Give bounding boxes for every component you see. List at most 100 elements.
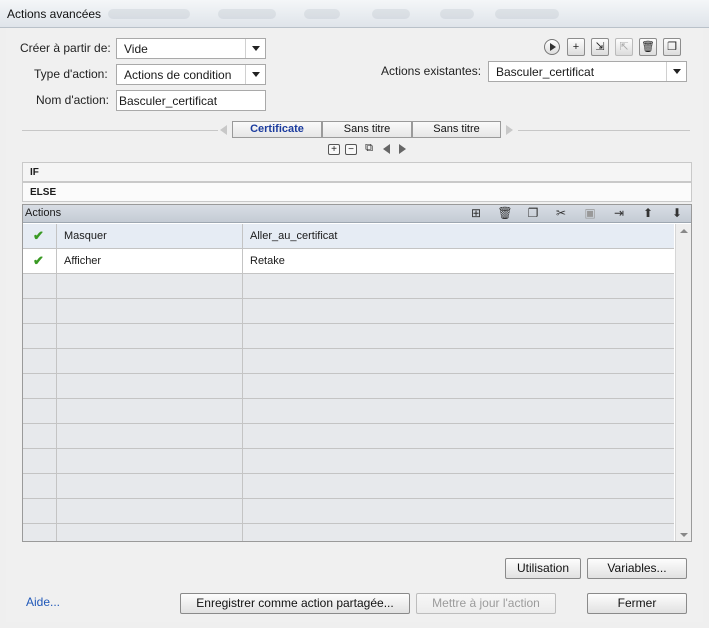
empty-table-row[interactable] xyxy=(23,374,674,399)
scroll-left-icon[interactable] xyxy=(220,125,227,135)
empty-table-row[interactable] xyxy=(23,274,674,299)
close-button[interactable]: Fermer xyxy=(587,593,687,614)
scroll-right-icon[interactable] xyxy=(506,125,513,135)
empty-cell[interactable] xyxy=(243,299,674,323)
empty-table-row[interactable] xyxy=(23,499,674,524)
duplicate-icon[interactable]: ❐ xyxy=(663,38,681,56)
create-from-select[interactable]: Vide xyxy=(116,38,266,59)
empty-cell[interactable] xyxy=(243,374,674,398)
empty-cell[interactable] xyxy=(23,324,57,348)
action-cell[interactable]: Afficher xyxy=(57,249,243,273)
empty-cell[interactable] xyxy=(57,274,243,298)
scroll-up-icon[interactable] xyxy=(680,229,688,233)
empty-cell[interactable] xyxy=(243,424,674,448)
empty-cell[interactable] xyxy=(57,424,243,448)
blurred-tab xyxy=(108,9,190,19)
create-from-label: Créer à partir de: xyxy=(20,41,111,55)
play-icon[interactable] xyxy=(544,39,560,55)
if-condition-bar[interactable]: IF xyxy=(22,162,692,182)
empty-cell[interactable] xyxy=(57,449,243,473)
scroll-down-icon[interactable] xyxy=(680,533,688,537)
paste-icon[interactable]: ▣ xyxy=(582,206,598,221)
empty-cell[interactable] xyxy=(57,474,243,498)
cut-icon[interactable]: ✂ xyxy=(553,206,569,221)
empty-table-row[interactable] xyxy=(23,449,674,474)
save-shared-action-button[interactable]: Enregistrer comme action partagée... xyxy=(180,593,410,614)
add-icon[interactable]: + xyxy=(567,38,585,56)
empty-cell[interactable] xyxy=(57,399,243,423)
empty-cell[interactable] xyxy=(57,349,243,373)
empty-cell[interactable] xyxy=(243,449,674,473)
action-cell[interactable]: Masquer xyxy=(57,224,243,248)
duplicate-condition-icon[interactable]: ⧉ xyxy=(363,143,375,155)
table-row[interactable]: ✔ Afficher Retake xyxy=(23,249,674,274)
chevron-down-icon xyxy=(666,62,686,81)
export-icon[interactable]: ⇱ xyxy=(615,38,633,56)
move-down-icon[interactable]: ⬇ xyxy=(669,206,685,221)
empty-cell[interactable] xyxy=(243,349,674,373)
variables-button[interactable]: Variables... xyxy=(587,558,687,579)
existing-actions-select[interactable]: Basculer_certificat xyxy=(488,61,687,82)
empty-cell[interactable] xyxy=(23,524,57,541)
trash-icon[interactable]: 🗑 xyxy=(497,206,513,221)
empty-cell[interactable] xyxy=(57,499,243,523)
action-type-select[interactable]: Actions de condition xyxy=(116,64,266,85)
tab-certificate[interactable]: Certificate xyxy=(232,121,322,138)
empty-cell[interactable] xyxy=(23,274,57,298)
empty-cell[interactable] xyxy=(243,274,674,298)
next-condition-icon[interactable] xyxy=(399,144,406,154)
previous-condition-icon[interactable] xyxy=(383,144,390,154)
empty-cell[interactable] xyxy=(23,474,57,498)
empty-cell[interactable] xyxy=(23,374,57,398)
existing-actions-value: Basculer_certificat xyxy=(496,65,595,79)
help-link[interactable]: Aide... xyxy=(26,595,60,609)
add-condition-icon[interactable]: + xyxy=(328,144,340,155)
insert-icon[interactable]: ⇥ xyxy=(611,206,627,221)
empty-table-row[interactable] xyxy=(23,324,674,349)
action-name-input[interactable]: Basculer_certificat xyxy=(116,90,266,111)
import-icon[interactable]: ⇲ xyxy=(591,38,609,56)
target-cell[interactable]: Retake xyxy=(243,249,674,273)
action-name-label: Nom d'action: xyxy=(36,93,109,107)
action-type-value: Actions de condition xyxy=(124,68,232,82)
empty-cell[interactable] xyxy=(57,524,243,541)
empty-cell[interactable] xyxy=(23,499,57,523)
empty-cell[interactable] xyxy=(243,524,674,541)
empty-cell[interactable] xyxy=(23,424,57,448)
create-from-value: Vide xyxy=(124,42,148,56)
empty-cell[interactable] xyxy=(243,474,674,498)
empty-table-row[interactable] xyxy=(23,399,674,424)
empty-table-row[interactable] xyxy=(23,299,674,324)
empty-cell[interactable] xyxy=(57,324,243,348)
empty-cell[interactable] xyxy=(243,399,674,423)
empty-table-row[interactable] xyxy=(23,474,674,499)
empty-cell[interactable] xyxy=(23,449,57,473)
empty-cell[interactable] xyxy=(23,349,57,373)
empty-cell[interactable] xyxy=(57,374,243,398)
empty-table-row[interactable] xyxy=(23,349,674,374)
usage-button[interactable]: Utilisation xyxy=(505,558,581,579)
remove-condition-icon[interactable]: − xyxy=(345,144,357,155)
delete-icon[interactable]: 🗑 xyxy=(639,38,657,56)
existing-actions-label: Actions existantes: xyxy=(381,64,482,78)
empty-cell[interactable] xyxy=(23,299,57,323)
check-icon: ✔ xyxy=(23,249,57,273)
empty-cell[interactable] xyxy=(57,299,243,323)
empty-table-row[interactable] xyxy=(23,424,674,449)
update-action-button: Mettre à jour l'action xyxy=(416,593,556,614)
empty-cell[interactable] xyxy=(243,499,674,523)
empty-table-row[interactable] xyxy=(23,524,674,541)
add-row-icon[interactable]: ⊞ xyxy=(468,206,484,221)
empty-cell[interactable] xyxy=(23,399,57,423)
else-condition-bar[interactable]: ELSE xyxy=(22,182,692,202)
move-up-icon[interactable]: ⬆ xyxy=(640,206,656,221)
actions-grid: Actions ⊞ 🗑 ❐ ✂ ▣ ⇥ ⬆ ⬇ ✔ Masquer Aller_… xyxy=(22,204,692,542)
tab-sans-titre-1[interactable]: Sans titre xyxy=(322,121,412,138)
table-row[interactable]: ✔ Masquer Aller_au_certificat xyxy=(23,224,674,249)
tab-sans-titre-2[interactable]: Sans titre xyxy=(412,121,501,138)
empty-cell[interactable] xyxy=(243,324,674,348)
blurred-tab xyxy=(495,9,559,19)
copy-icon[interactable]: ❐ xyxy=(525,206,541,221)
vertical-scrollbar[interactable] xyxy=(675,224,691,541)
target-cell[interactable]: Aller_au_certificat xyxy=(243,224,674,248)
